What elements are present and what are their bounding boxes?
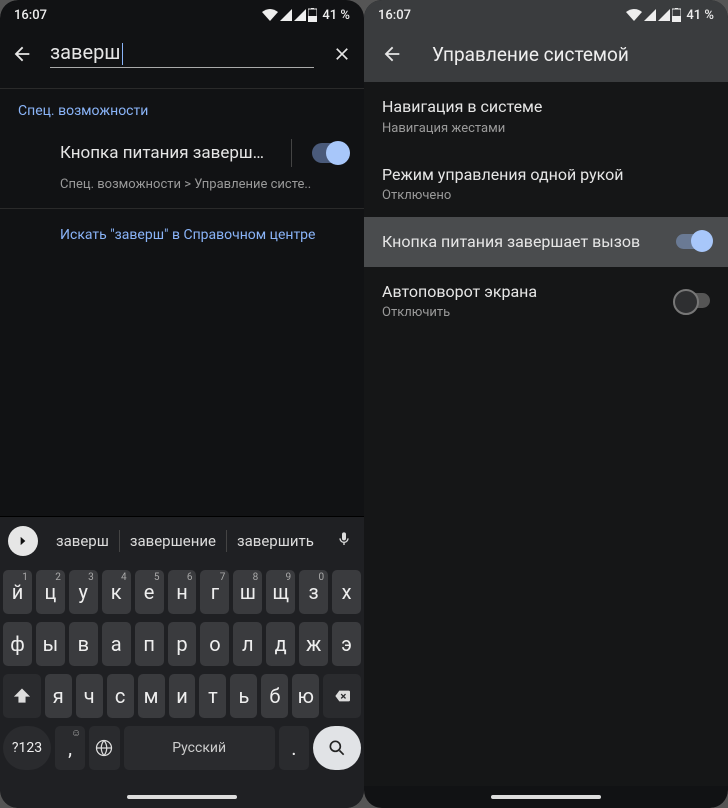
key-ч[interactable]: ч	[76, 674, 103, 718]
comma-key[interactable]: ,☺	[55, 726, 85, 770]
signal-icon-2	[294, 9, 306, 21]
settings-list: Навигация в системе Навигация жестами Режи…	[364, 82, 728, 786]
key-в[interactable]: в	[69, 622, 98, 666]
wifi-icon	[262, 9, 278, 21]
status-icons: 41 %	[626, 8, 714, 23]
mic-icon[interactable]	[336, 529, 352, 553]
key-н[interactable]: н6	[168, 570, 197, 614]
setting-item[interactable]: Кнопка питания завершает вызов	[364, 217, 728, 267]
signal-icon	[644, 9, 656, 21]
keyboard-suggestions: заверш завершение завершить	[0, 516, 364, 564]
setting-title: Автоповорот экрана	[382, 281, 676, 303]
key-з[interactable]: з0	[299, 570, 328, 614]
key-б[interactable]: б	[261, 674, 288, 718]
key-о[interactable]: о	[200, 622, 229, 666]
setting-title: Кнопка питания завершает вызов	[382, 231, 676, 253]
nav-bar	[0, 786, 364, 808]
key-ц[interactable]: ц2	[36, 570, 65, 614]
key-х[interactable]: х	[332, 570, 361, 614]
key-ь[interactable]: ь	[230, 674, 257, 718]
key-д[interactable]: д	[266, 622, 295, 666]
wifi-icon	[626, 9, 642, 21]
key-т[interactable]: т	[199, 674, 226, 718]
battery-text: 41 %	[322, 8, 350, 23]
setting-item[interactable]: Навигация в системе Навигация жестами	[364, 82, 728, 150]
key-ш[interactable]: ш8	[233, 570, 262, 614]
search-bar: заверш	[0, 30, 364, 88]
key-я[interactable]: я	[45, 674, 72, 718]
search-input[interactable]: заверш	[50, 40, 314, 68]
battery-icon	[308, 8, 317, 22]
setting-title: Режим управления одной рукой	[382, 164, 710, 186]
section-label: Спец. возможности	[0, 89, 364, 129]
back-button[interactable]	[10, 42, 34, 66]
space-key[interactable]: Русский	[124, 726, 275, 770]
status-bar: 16:07 41 %	[0, 0, 364, 30]
key-к[interactable]: к4	[102, 570, 131, 614]
key-а[interactable]: а	[102, 622, 131, 666]
clear-button[interactable]	[330, 42, 354, 66]
signal-icon-2	[658, 9, 670, 21]
key-п[interactable]: п	[135, 622, 164, 666]
setting-item[interactable]: Автоповорот экрана Отключить	[364, 267, 728, 335]
key-г[interactable]: г7	[200, 570, 229, 614]
suggestion[interactable]: завершение	[120, 532, 226, 550]
left-phone: 16:07 41 % заверш Спец. возможности	[0, 0, 364, 808]
suggestion[interactable]: заверш	[46, 532, 119, 550]
language-key[interactable]	[89, 726, 119, 770]
key-е[interactable]: е5	[135, 570, 164, 614]
key-щ[interactable]: щ9	[266, 570, 295, 614]
key-ю[interactable]: ю	[292, 674, 319, 718]
setting-toggle[interactable]	[676, 293, 710, 308]
setting-item[interactable]: Режим управления одной рукой Отключено	[364, 150, 728, 218]
result-title: Кнопка питания заверш…	[60, 143, 271, 163]
help-center-link[interactable]: Искать "заверш" в Справочном центре	[0, 209, 364, 261]
key-м[interactable]: м	[138, 674, 165, 718]
setting-subtitle: Отключено	[382, 188, 710, 203]
setting-title: Навигация в системе	[382, 96, 710, 118]
status-bar: 16:07 41 %	[364, 0, 728, 30]
nav-pill[interactable]	[127, 795, 237, 799]
key-и[interactable]: и	[169, 674, 196, 718]
key-у[interactable]: у3	[69, 570, 98, 614]
signal-icon	[280, 9, 292, 21]
search-result[interactable]: Кнопка питания заверш…	[0, 129, 364, 173]
search-input-value: заверш	[50, 40, 121, 64]
key-ф[interactable]: ф	[3, 622, 32, 666]
result-breadcrumb: Спец. возможности > Управление систе..	[0, 173, 364, 208]
setting-subtitle: Навигация жестами	[382, 121, 710, 136]
key-й[interactable]: й1	[3, 570, 32, 614]
setting-toggle[interactable]	[676, 234, 710, 249]
symbols-key[interactable]: ?123	[3, 726, 51, 770]
key-с[interactable]: с	[107, 674, 134, 718]
key-р[interactable]: р	[168, 622, 197, 666]
back-button[interactable]	[380, 42, 404, 66]
nav-pill[interactable]	[491, 795, 601, 799]
shift-key[interactable]	[3, 674, 41, 718]
period-key[interactable]: .	[279, 726, 309, 770]
right-phone: 16:07 41 % Управление системой Навигация…	[364, 0, 728, 808]
search-key[interactable]	[313, 726, 361, 770]
battery-text: 41 %	[686, 8, 714, 23]
setting-subtitle: Отключить	[382, 305, 676, 320]
result-toggle[interactable]	[312, 143, 348, 163]
expand-suggestions-button[interactable]	[8, 526, 38, 556]
keyboard: й1ц2у3к4е5н6г7ш8щ9з0х фывапролджэ ячсмит…	[0, 564, 364, 786]
key-л[interactable]: л	[233, 622, 262, 666]
page-title: Управление системой	[432, 43, 629, 66]
title-bar: Управление системой	[364, 30, 728, 82]
status-time: 16:07	[378, 8, 411, 23]
key-ж[interactable]: ж	[299, 622, 328, 666]
status-time: 16:07	[14, 8, 47, 23]
nav-bar	[364, 786, 728, 808]
key-ы[interactable]: ы	[36, 622, 65, 666]
suggestion[interactable]: завершить	[227, 532, 324, 550]
status-icons: 41 %	[262, 8, 350, 23]
backspace-key[interactable]	[323, 674, 361, 718]
key-э[interactable]: э	[332, 622, 361, 666]
battery-icon	[672, 8, 681, 22]
